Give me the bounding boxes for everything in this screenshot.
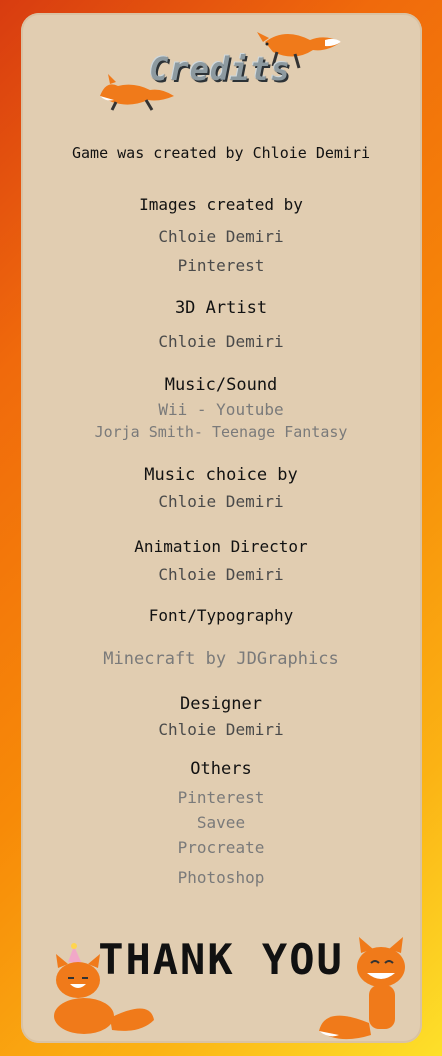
credits-logo: Credits (149, 50, 291, 88)
font-name: Minecraft by JDGraphics (103, 649, 339, 669)
credits-panel (21, 13, 422, 1043)
music-heading: Music/Sound (164, 375, 278, 395)
font-heading: Font/Typography (148, 606, 294, 625)
others-item-3: Procreate (177, 838, 265, 857)
music-item-2: Jorja Smith- Teenage Fantasy (94, 423, 348, 441)
animation-name: Chloie Demiri (158, 565, 284, 584)
others-item-1: Pinterest (177, 788, 265, 807)
designer-heading: Designer (180, 694, 262, 714)
images-heading: Images created by (139, 195, 303, 214)
images-name-2: Pinterest (177, 256, 265, 275)
others-item-4: Photoshop (177, 868, 265, 887)
others-item-2: Savee (196, 813, 246, 832)
others-heading: Others (190, 759, 252, 779)
artist-heading: 3D Artist (174, 298, 268, 318)
animation-heading: Animation Director (134, 537, 308, 556)
artist-name: Chloie Demiri (158, 332, 284, 351)
images-name-1: Chloie Demiri (158, 227, 284, 246)
music-choice-name: Chloie Demiri (158, 492, 284, 511)
designer-name: Chloie Demiri (158, 720, 284, 739)
created-by-line: Game was created by Chloie Demiri (71, 144, 370, 162)
music-choice-heading: Music choice by (144, 465, 298, 485)
music-item-1: Wii - Youtube (158, 400, 284, 419)
thank-you-text: THANK YOU (98, 935, 344, 984)
